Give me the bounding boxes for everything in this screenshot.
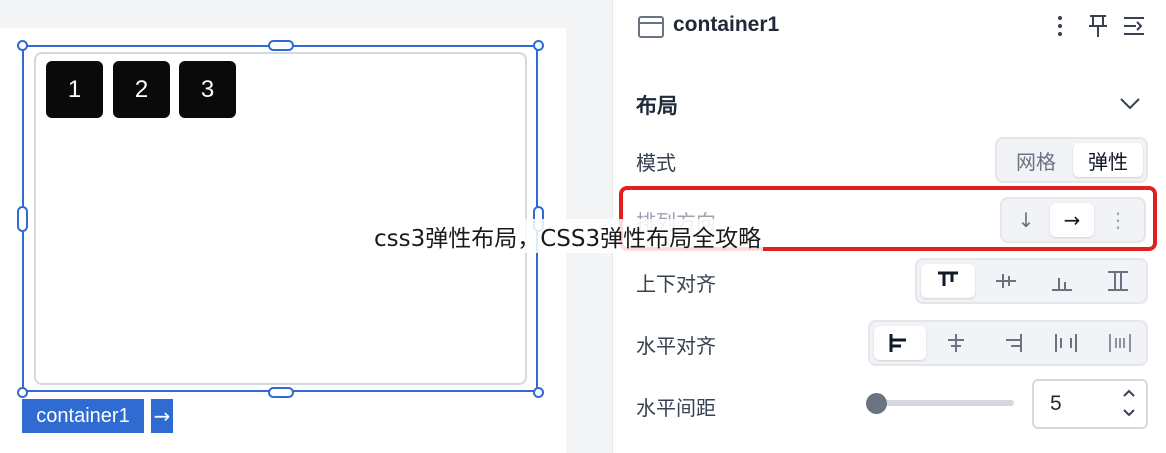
align-top-icon[interactable] [921, 264, 975, 298]
horizontal-align-segmented-control [868, 320, 1148, 366]
align-middle-icon[interactable] [979, 264, 1033, 298]
pin-icon[interactable] [1084, 12, 1112, 40]
component-name: container1 [673, 13, 780, 36]
align-stretch-icon[interactable] [1091, 264, 1145, 298]
mode-option-flex[interactable]: 弹性 [1073, 143, 1143, 177]
more-vertical-icon[interactable] [1046, 12, 1074, 40]
collapse-panel-icon[interactable] [1120, 12, 1148, 40]
vertical-align-label: 上下对齐 [636, 272, 716, 296]
resize-handle-left[interactable] [17, 206, 28, 232]
horizontal-gap-label: 水平间距 [636, 396, 716, 420]
gap-value[interactable]: 5 [1050, 392, 1062, 416]
resize-handle-bottom[interactable] [268, 387, 294, 398]
justify-end-icon[interactable] [986, 326, 1038, 360]
justify-start-icon[interactable] [874, 326, 926, 360]
resize-handle-bottom-right[interactable] [533, 387, 544, 398]
resize-handle-top[interactable] [268, 40, 294, 51]
gap-number-input[interactable]: 5 [1032, 379, 1148, 429]
chevron-down-icon[interactable] [1119, 92, 1141, 116]
layout-section-title: 布局 [636, 94, 678, 118]
overlay-caption: css3弹性布局，CSS3弹性布局全攻略 [372, 219, 764, 253]
align-bottom-icon[interactable] [1035, 264, 1089, 298]
horizontal-align-label: 水平对齐 [636, 334, 716, 358]
mode-segmented-control: 网格 弹性 [995, 137, 1148, 183]
selection-label[interactable]: container1 [22, 399, 144, 433]
panel-header: container1 [613, 0, 1166, 56]
mode-label: 模式 [636, 151, 676, 175]
mode-option-grid[interactable]: 网格 [1001, 143, 1071, 177]
stepper-up-icon[interactable] [1122, 387, 1136, 401]
resize-handle-bottom-left[interactable] [17, 387, 28, 398]
gap-slider-track[interactable] [866, 400, 1014, 406]
container-icon [638, 16, 664, 38]
select-parent-arrow-icon[interactable]: → [151, 399, 173, 433]
gap-slider-thumb[interactable] [866, 393, 887, 414]
justify-space-between-icon[interactable] [1040, 326, 1092, 360]
vertical-align-segmented-control [915, 258, 1148, 304]
stepper-down-icon[interactable] [1122, 407, 1136, 421]
resize-handle-top-right[interactable] [533, 40, 544, 51]
justify-space-around-icon[interactable] [1094, 326, 1146, 360]
justify-center-icon[interactable] [930, 326, 982, 360]
resize-handle-top-left[interactable] [17, 40, 28, 51]
